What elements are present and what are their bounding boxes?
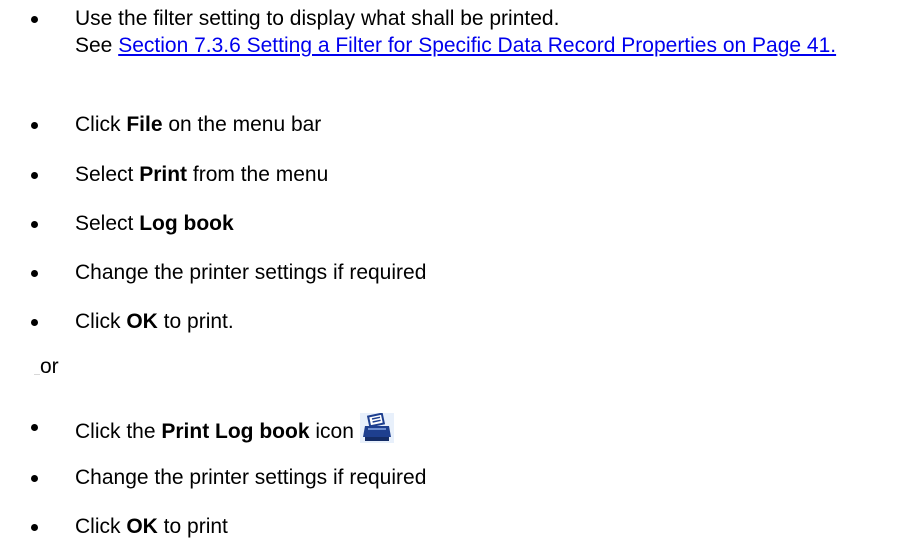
step-text: Click: [75, 310, 127, 333]
step-text: Change the printer settings if required: [75, 261, 427, 284]
list-item: Click OK to print: [30, 513, 899, 540]
step-text: on the menu bar: [162, 113, 322, 136]
printer-icon[interactable]: [359, 412, 394, 443]
step-text: Change the printer settings if required: [75, 466, 427, 489]
step-text: to print.: [157, 310, 234, 333]
step-text: from the menu: [187, 163, 329, 186]
step-text: Select: [75, 163, 140, 186]
step-text: to print: [157, 515, 228, 538]
step-keyword: OK: [126, 310, 158, 333]
step-keyword: OK: [126, 515, 158, 538]
list-item: Click OK to print.: [30, 308, 899, 335]
list-item: Change the printer settings if required: [30, 259, 899, 286]
list-item: Select Log book: [30, 210, 899, 237]
or-separator: or: [34, 355, 59, 378]
step-text: Click the: [75, 420, 162, 443]
step-keyword: Log book: [139, 212, 234, 235]
list-item: Click File on the menu bar: [30, 111, 899, 138]
step-keyword: Print Log book: [161, 420, 310, 443]
list-item: Use the filter setting to display what s…: [30, 5, 899, 59]
see-prefix: See: [75, 34, 119, 57]
step-keyword: Print: [139, 163, 188, 186]
step-text: Click: [75, 113, 127, 136]
step-text: Click: [75, 515, 127, 538]
step-text: icon: [309, 420, 354, 443]
section-link[interactable]: Section 7.3.6 Setting a Filter for Speci…: [118, 34, 836, 57]
list-item: Click the Print Log book icon: [30, 412, 899, 445]
step-keyword: File: [126, 113, 163, 136]
step-text: Use the filter setting to display what s…: [75, 7, 560, 30]
list-item: Change the printer settings if required: [30, 464, 899, 491]
step-text: Select: [75, 212, 140, 235]
list-item: Select Print from the menu: [30, 161, 899, 188]
